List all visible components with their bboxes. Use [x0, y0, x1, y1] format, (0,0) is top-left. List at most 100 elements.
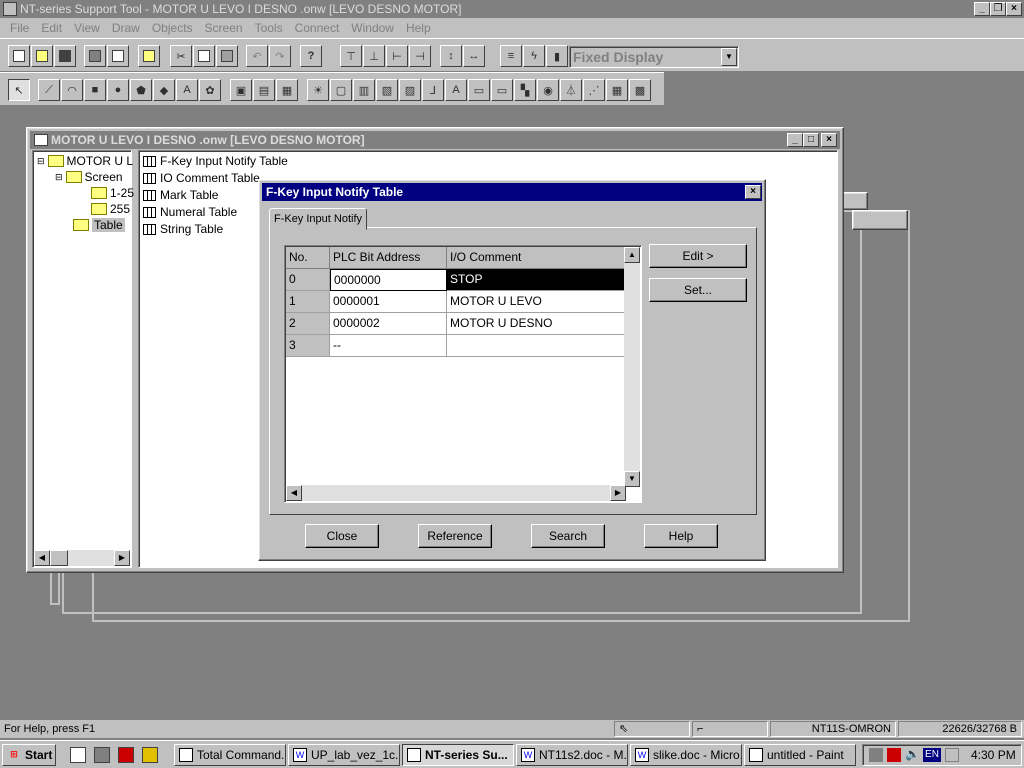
screenshot-icon[interactable]	[138, 45, 160, 67]
vertical-scrollbar[interactable]: ▲ ▼	[624, 247, 640, 487]
context-help-icon[interactable]: ?	[300, 45, 322, 67]
minimize-button[interactable]: _	[974, 2, 990, 16]
tree-screen-child[interactable]: 1-25	[91, 186, 134, 200]
menu-view[interactable]: View	[68, 21, 106, 35]
comment-cell[interactable]: MOTOR U LEVO	[447, 291, 627, 313]
reference-button[interactable]: Reference	[418, 524, 492, 548]
tree-screen-child[interactable]: 255	[91, 202, 130, 216]
scroll-down-icon[interactable]: ▼	[624, 471, 640, 487]
align-bottom-icon[interactable]: ⊥	[363, 45, 385, 67]
task-up-lab[interactable]: W UP_lab_vez_1c...	[288, 744, 400, 766]
task-nt-series[interactable]: NT-series Su...	[402, 744, 514, 766]
cut-icon[interactable]: ✂	[170, 45, 192, 67]
comment-cell[interactable]	[447, 335, 627, 357]
maximize-button[interactable]: □	[803, 133, 819, 147]
scroll-thumb[interactable]	[50, 550, 68, 566]
trend-graph-icon[interactable]: ⋰	[583, 79, 605, 101]
set-button[interactable]: Set...	[649, 278, 747, 302]
table-row[interactable]: 2 0000002 MOTOR U DESNO	[286, 313, 627, 335]
undo-icon[interactable]: ↶	[246, 45, 268, 67]
table-row[interactable]: 3 --	[286, 335, 627, 357]
help-button[interactable]: Help	[644, 524, 718, 548]
eye-icon[interactable]: ◉	[537, 79, 559, 101]
broken-line-icon[interactable]: ⏃	[560, 79, 582, 101]
align-right-icon[interactable]: ⊣	[409, 45, 431, 67]
lamp-icon[interactable]: ▮	[546, 45, 568, 67]
menu-edit[interactable]: Edit	[35, 21, 68, 35]
copy-icon[interactable]	[193, 45, 215, 67]
library-icon[interactable]: ▤	[253, 79, 275, 101]
list-item[interactable]: Numeral Table	[143, 205, 237, 219]
menu-objects[interactable]: Objects	[146, 21, 199, 35]
menu-file[interactable]: File	[4, 21, 35, 35]
lightning-icon[interactable]: ϟ	[523, 45, 545, 67]
polyline-icon[interactable]: ⟋	[38, 79, 60, 101]
close-icon[interactable]: ×	[745, 185, 761, 199]
circle-icon[interactable]: ●	[107, 79, 129, 101]
grid-icon[interactable]: ▦	[606, 79, 628, 101]
calendar-icon[interactable]: ▩	[629, 79, 651, 101]
explorer-icon[interactable]	[94, 747, 110, 763]
search-button[interactable]: Search	[531, 524, 605, 548]
table-icon[interactable]: ▭	[491, 79, 513, 101]
list-icon[interactable]: ≡	[500, 45, 522, 67]
save-icon[interactable]	[54, 45, 76, 67]
task-paint[interactable]: untitled - Paint	[744, 744, 856, 766]
tree-root[interactable]: ⊟ MOTOR U L	[37, 154, 133, 168]
minimize-button[interactable]: _	[787, 133, 803, 147]
task-slike-doc[interactable]: Wslike.doc - Micro...	[630, 744, 742, 766]
close-icon[interactable]: ×	[821, 133, 837, 147]
network-icon[interactable]	[869, 748, 883, 762]
scroll-right-icon[interactable]: ▶	[114, 550, 130, 566]
graph-icon[interactable]: ▚	[514, 79, 536, 101]
sector-icon[interactable]: ◆	[153, 79, 175, 101]
menu-tools[interactable]: Tools	[249, 21, 289, 35]
mark-icon[interactable]: ✿	[199, 79, 221, 101]
space-horizontal-icon[interactable]: ↔	[463, 45, 485, 67]
task-nt11s2-doc[interactable]: W NT11s2.doc - M...	[516, 744, 628, 766]
scroll-right-icon[interactable]: ▶	[610, 485, 626, 501]
language-indicator[interactable]: EN	[923, 748, 941, 762]
print-icon[interactable]	[84, 45, 106, 67]
close-button[interactable]: Close	[305, 524, 379, 548]
menu-window[interactable]: Window	[345, 21, 400, 35]
desktop-icon[interactable]	[70, 747, 86, 763]
antivirus-icon[interactable]	[887, 748, 901, 762]
rectangle-icon[interactable]: ■	[84, 79, 106, 101]
text-icon[interactable]: A	[176, 79, 198, 101]
address-cell[interactable]: 0000001	[330, 291, 447, 313]
app-shortcut-icon[interactable]	[142, 747, 158, 763]
address-cell[interactable]: 0000002	[330, 313, 447, 335]
redo-icon[interactable]: ↷	[269, 45, 291, 67]
comment-cell[interactable]: MOTOR U DESNO	[447, 313, 627, 335]
menu-screen[interactable]: Screen	[199, 21, 249, 35]
tree-screen[interactable]: ⊟ Screen	[55, 170, 123, 184]
display-mode-select[interactable]: Fixed Display ▼	[569, 46, 739, 68]
align-top-icon[interactable]: ⊤	[340, 45, 362, 67]
string-display-icon[interactable]: ▧	[376, 79, 398, 101]
trend-icon[interactable]: ⅃	[422, 79, 444, 101]
restore-button[interactable]: ❐	[990, 2, 1006, 16]
start-button[interactable]: ⊞ Start	[2, 744, 56, 766]
scroll-left-icon[interactable]: ◀	[34, 550, 50, 566]
task-total-commander[interactable]: Total Command...	[174, 744, 286, 766]
address-cell[interactable]: 0000000	[330, 269, 447, 291]
horizontal-scrollbar[interactable]: ◀ ▶	[286, 485, 626, 501]
align-left-icon[interactable]: ⊢	[386, 45, 408, 67]
open-folder-icon[interactable]	[31, 45, 53, 67]
comment-cell[interactable]: STOP	[447, 269, 627, 291]
image-icon[interactable]: ▣	[230, 79, 252, 101]
lamp-object-icon[interactable]: ☀	[307, 79, 329, 101]
clock[interactable]: 4:30 PM	[971, 748, 1016, 762]
scroll-left-icon[interactable]: ◀	[286, 485, 302, 501]
input-field-icon[interactable]: ▭	[468, 79, 490, 101]
volume-icon[interactable]: 🔈	[905, 747, 920, 761]
tab-f-key-input-notify[interactable]: F-Key Input Notify	[269, 208, 367, 230]
bitmap-icon[interactable]: ▦	[276, 79, 298, 101]
new-file-icon[interactable]	[8, 45, 30, 67]
paste-icon[interactable]	[216, 45, 238, 67]
list-item[interactable]: F-Key Input Notify Table	[143, 154, 288, 168]
bar-graph-icon[interactable]: ▨	[399, 79, 421, 101]
table-row[interactable]: 1 0000001 MOTOR U LEVO	[286, 291, 627, 313]
numeral-display-icon[interactable]: ▥	[353, 79, 375, 101]
